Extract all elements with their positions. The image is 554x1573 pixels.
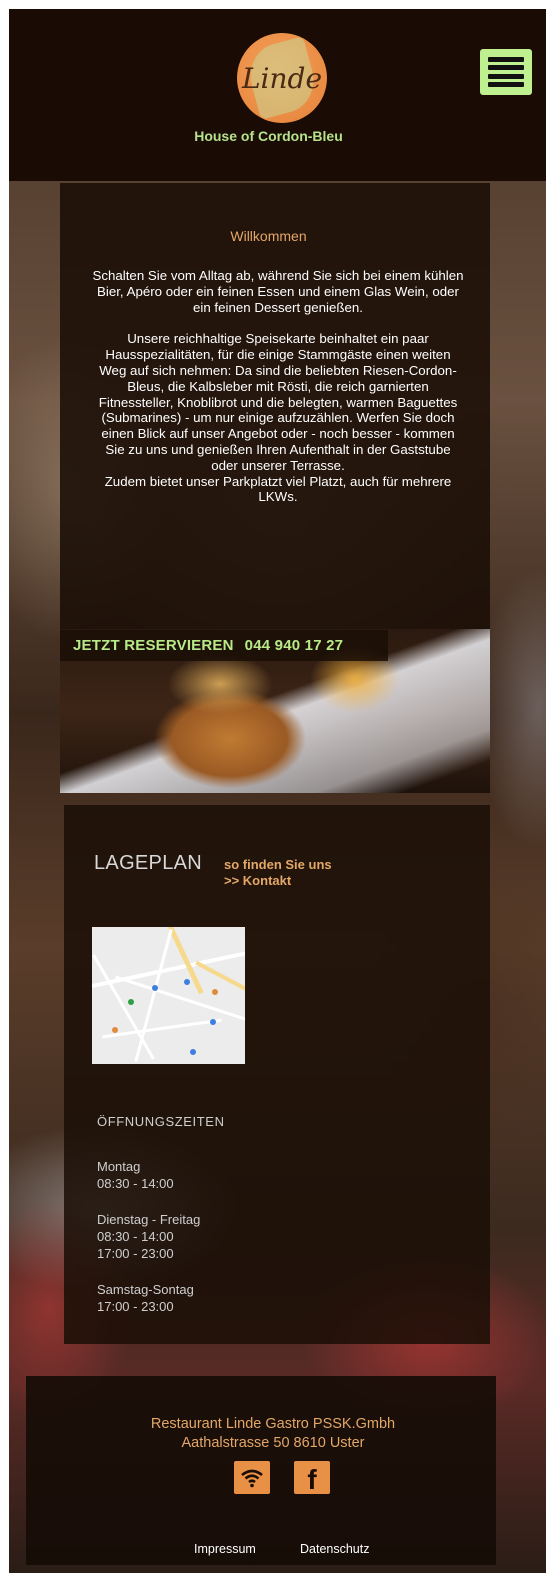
hours-day: Montag (97, 1159, 141, 1174)
hours-weekend: Samstag-Sontag 17:00 - 23:00 (97, 1281, 194, 1315)
welcome-parking-text: Zudem bietet unser Parkplatzt viel Platz… (104, 473, 452, 505)
hamburger-menu-icon[interactable] (480, 49, 532, 95)
find-us-link[interactable]: so finden Sie uns (224, 857, 332, 873)
logo-text: Linde (241, 61, 323, 95)
facebook-icon[interactable]: f (294, 1461, 330, 1495)
menu-bar (488, 81, 524, 87)
contact-link[interactable]: >> Kontakt (224, 873, 332, 889)
lageplan-links: so finden Sie uns >> Kontakt (224, 857, 332, 889)
reserve-label: JETZT RESERVIEREN (73, 637, 234, 654)
menu-bar (488, 73, 524, 79)
footer-address: Aathalstrasse 50 8610 Uster (181, 1435, 365, 1451)
hours-time: 17:00 - 23:00 (97, 1246, 174, 1261)
menu-bar (488, 57, 524, 62)
restaurant-logo[interactable]: Linde (237, 33, 327, 123)
wifi-icon-svg (241, 1469, 263, 1487)
wifi-icon[interactable] (234, 1461, 270, 1494)
reserve-banner[interactable]: JETZT RESERVIEREN 044 940 17 27 (60, 630, 388, 661)
site-header: Linde (9, 9, 546, 181)
footer-company: Restaurant Linde Gastro PSSK.Gmbh (150, 1416, 396, 1432)
impressum-link[interactable]: Impressum (194, 1542, 256, 1556)
hours-monday: Montag 08:30 - 14:00 (97, 1158, 174, 1192)
phone-number[interactable]: 044 940 17 27 (245, 637, 344, 654)
welcome-paragraph: Unsere reichhaltige Speisekarte beinhalt… (92, 331, 464, 505)
hours-day: Dienstag - Freitag (97, 1212, 201, 1227)
hours-time: 17:00 - 23:00 (97, 1299, 174, 1314)
menu-bar (488, 65, 524, 71)
facebook-glyph: f (307, 1463, 317, 1495)
welcome-title: Willkommen (230, 228, 307, 244)
welcome-paragraph-text: Unsere reichhaltige Speisekarte beinhalt… (98, 331, 458, 473)
location-map[interactable] (92, 927, 245, 1064)
datenschutz-link[interactable]: Datenschutz (300, 1542, 369, 1556)
tagline: House of Cordon-Bleu (194, 128, 343, 144)
hours-time: 08:30 - 14:00 (97, 1176, 174, 1191)
welcome-text: Schalten Sie vom Alltag ab, während Sie … (92, 268, 464, 505)
hours-tuesday-friday: Dienstag - Freitag 08:30 - 14:00 17:00 -… (97, 1211, 200, 1262)
hours-day: Samstag-Sontag (97, 1282, 194, 1297)
hours-time: 08:30 - 14:00 (97, 1229, 174, 1244)
opening-hours-title: ÖFFNUNGSZEITEN (97, 1114, 225, 1129)
welcome-paragraph: Schalten Sie vom Alltag ab, während Sie … (92, 268, 464, 315)
lageplan-title: LAGEPLAN (94, 852, 203, 874)
